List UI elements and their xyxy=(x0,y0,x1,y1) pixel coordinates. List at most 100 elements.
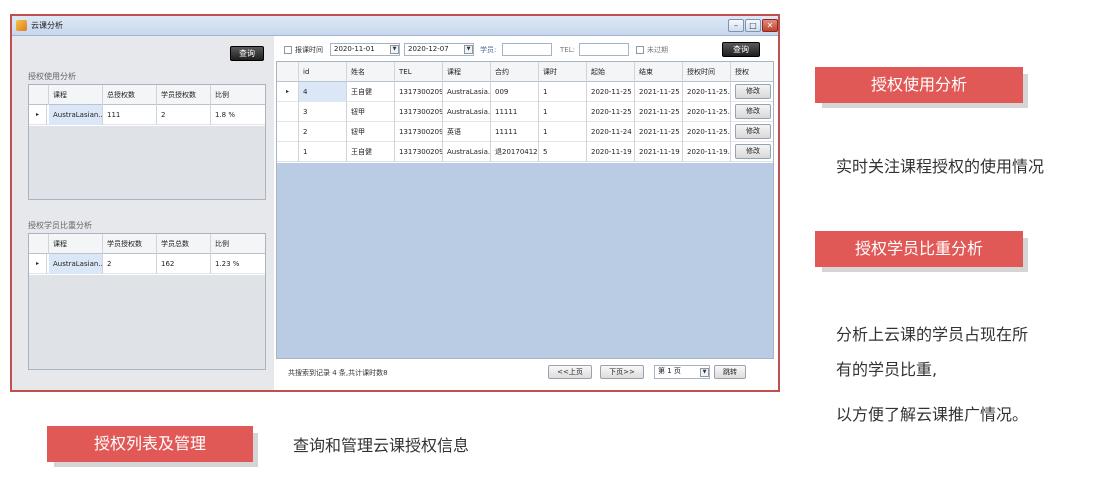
chevron-down-icon[interactable]: ▼ xyxy=(700,368,709,377)
table-cell[interactable]: 2020-11-19... xyxy=(683,142,731,162)
table-cell[interactable]: 2021-11-19 xyxy=(635,142,683,162)
table-cell[interactable]: 2020-11-25 xyxy=(587,102,635,122)
maximize-button[interactable]: □ xyxy=(745,19,761,32)
table-cell[interactable]: 3 xyxy=(299,102,347,122)
row-selector[interactable]: ▸ xyxy=(277,82,299,102)
table-row[interactable]: ▸ AustraLasian... 2 162 1.23 % xyxy=(29,254,265,274)
tel-input[interactable] xyxy=(579,43,629,56)
table-cell[interactable]: AustraLasia... xyxy=(443,142,491,162)
not-expired-checkbox[interactable] xyxy=(636,46,644,54)
page-select-value: 第 1 页 xyxy=(658,367,681,375)
column-header[interactable]: 起始 xyxy=(587,62,635,82)
date-filter-checkbox[interactable] xyxy=(284,46,292,54)
student-input[interactable] xyxy=(502,43,552,56)
jump-button[interactable]: 跳转 xyxy=(714,365,746,379)
table-cell[interactable]: 1 xyxy=(539,82,587,102)
next-page-button[interactable]: 下页>> xyxy=(600,365,644,379)
table-cell[interactable]: 2021-11-25 xyxy=(635,102,683,122)
table-cell[interactable]: AustraLasia... xyxy=(443,82,491,102)
column-header[interactable]: 课程 xyxy=(49,234,103,254)
column-header[interactable]: 比例 xyxy=(211,234,267,254)
table-cell[interactable]: 退20170412 xyxy=(491,142,539,162)
close-button[interactable]: ✕ xyxy=(762,19,778,32)
table-cell[interactable]: 钮甲 xyxy=(347,122,395,142)
app-icon xyxy=(16,20,27,31)
minimize-button[interactable]: – xyxy=(728,19,744,32)
table-cell[interactable]: 2020-11-25... xyxy=(683,82,731,102)
main-query-button[interactable]: 查询 xyxy=(722,42,760,57)
row-selector[interactable] xyxy=(277,142,299,162)
column-header[interactable]: 结束 xyxy=(635,62,683,82)
table-cell[interactable]: 英语 xyxy=(443,122,491,142)
usage-analysis-tag: 授权使用分析 xyxy=(815,67,1023,103)
table-cell[interactable]: 钮甲 xyxy=(347,102,395,122)
column-header[interactable]: 课程 xyxy=(49,85,103,105)
column-header[interactable]: 授权时间 xyxy=(683,62,731,82)
table-cell[interactable]: 2020-11-24 xyxy=(587,122,635,142)
table-cell[interactable]: 5 xyxy=(539,142,587,162)
table-cell[interactable]: 11111 xyxy=(491,102,539,122)
row-selector[interactable] xyxy=(277,122,299,142)
column-header[interactable]: 学员授权数 xyxy=(103,234,157,254)
table-cell[interactable]: 162 xyxy=(157,254,211,274)
table-cell[interactable]: 2 xyxy=(299,122,347,142)
table-cell[interactable]: 13173002095 xyxy=(395,102,443,122)
edit-button[interactable]: 修改 xyxy=(735,144,771,159)
chevron-down-icon[interactable]: ▼ xyxy=(464,45,473,54)
table-cell[interactable]: 2 xyxy=(157,105,211,125)
column-header[interactable]: id xyxy=(299,62,347,82)
table-row[interactable]: 1 王自健 13173002095 AustraLasia... 退201704… xyxy=(277,142,773,162)
edit-button[interactable]: 修改 xyxy=(735,124,771,139)
table-cell[interactable]: 1 xyxy=(539,122,587,142)
license-list-tag: 授权列表及管理 xyxy=(47,426,253,462)
table-cell[interactable]: 009 xyxy=(491,82,539,102)
column-header[interactable]: 总授权数 xyxy=(103,85,157,105)
left-query-button[interactable]: 查询 xyxy=(230,46,264,61)
table-cell[interactable]: 1.23 % xyxy=(211,254,267,274)
table-cell[interactable]: 11111 xyxy=(491,122,539,142)
table-cell[interactable]: 2021-11-25 xyxy=(635,122,683,142)
grid-empty-area xyxy=(277,163,773,358)
table-cell[interactable]: 2020-11-25... xyxy=(683,102,731,122)
row-selector[interactable]: ▸ xyxy=(29,105,47,125)
table-cell[interactable]: 2021-11-25 xyxy=(635,82,683,102)
column-header[interactable]: 课程 xyxy=(443,62,491,82)
table-cell[interactable]: AustraLasian... xyxy=(49,105,103,125)
table-row[interactable]: ▸ AustraLasian... 111 2 1.8 % xyxy=(29,105,265,125)
table-cell[interactable]: 2020-11-19 xyxy=(587,142,635,162)
ratio-analysis-desc-3: 以方便了解云课推广情况。 xyxy=(836,405,1029,424)
table-cell[interactable]: AustraLasia... xyxy=(443,102,491,122)
column-header[interactable]: TEL xyxy=(395,62,443,82)
table-cell[interactable]: 111 xyxy=(103,105,157,125)
table-cell[interactable]: 2020-11-25... xyxy=(683,122,731,142)
table-cell[interactable]: 13173002095 xyxy=(395,142,443,162)
table-cell[interactable]: 1 xyxy=(299,142,347,162)
table-cell[interactable]: 1 xyxy=(539,102,587,122)
column-header[interactable]: 比例 xyxy=(211,85,267,105)
table-cell[interactable]: 13173002095 xyxy=(395,82,443,102)
column-header[interactable]: 课时 xyxy=(539,62,587,82)
table-row[interactable]: 3 钮甲 13173002095 AustraLasia... 11111 1 … xyxy=(277,102,773,122)
column-header[interactable]: 合约 xyxy=(491,62,539,82)
table-cell[interactable]: 2 xyxy=(103,254,157,274)
row-selector[interactable] xyxy=(277,102,299,122)
ratio-analysis-tag: 授权学员比重分析 xyxy=(815,231,1023,267)
table-row[interactable]: ▸ 4 王自健 13173002095 AustraLasia... 009 1… xyxy=(277,82,773,102)
table-cell[interactable]: 王自健 xyxy=(347,82,395,102)
table-cell[interactable]: 1.8 % xyxy=(211,105,267,125)
edit-button[interactable]: 修改 xyxy=(735,84,771,99)
column-header[interactable]: 授权 xyxy=(731,62,775,82)
table-row[interactable]: 2 钮甲 13173002095 英语 11111 1 2020-11-24 2… xyxy=(277,122,773,142)
table-cell[interactable]: 4 xyxy=(299,82,347,102)
prev-page-button[interactable]: <<上页 xyxy=(548,365,592,379)
column-header[interactable]: 学员总数 xyxy=(157,234,211,254)
column-header[interactable]: 姓名 xyxy=(347,62,395,82)
chevron-down-icon[interactable]: ▼ xyxy=(390,45,399,54)
table-cell[interactable]: 13173002095 xyxy=(395,122,443,142)
table-cell[interactable]: 2020-11-25 xyxy=(587,82,635,102)
row-selector[interactable]: ▸ xyxy=(29,254,47,274)
edit-button[interactable]: 修改 xyxy=(735,104,771,119)
table-cell[interactable]: AustraLasian... xyxy=(49,254,103,274)
column-header[interactable]: 学员授权数 xyxy=(157,85,211,105)
table-cell[interactable]: 王自健 xyxy=(347,142,395,162)
